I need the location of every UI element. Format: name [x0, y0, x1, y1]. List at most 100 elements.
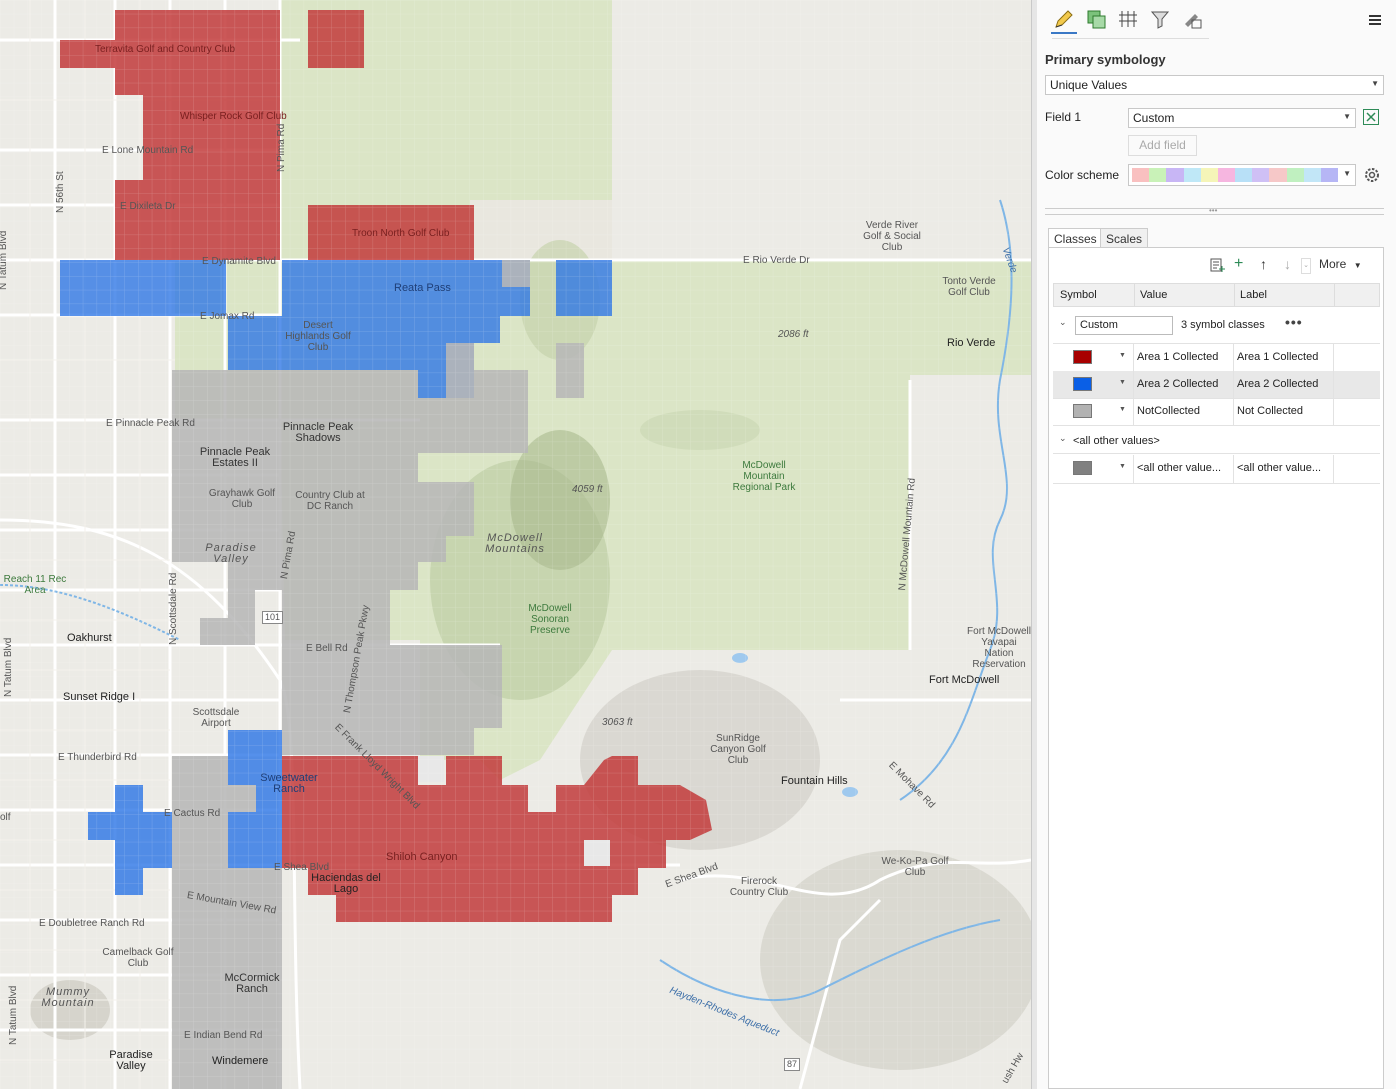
label-pinnacle-peak-shadows: Pinnacle Peak Shadows: [282, 421, 354, 444]
chevron-down-icon[interactable]: ▼: [1119, 463, 1126, 470]
label-sunridge: SunRidge Canyon Golf Club: [710, 733, 766, 766]
renderer-dropdown[interactable]: Unique Values ▼: [1045, 75, 1384, 95]
label-verde-river-golf: Verde River Golf & Social Club: [863, 220, 921, 253]
toolbar-divider: [1052, 38, 1209, 39]
class-label[interactable]: Area 2 Collected: [1237, 378, 1318, 390]
label-sunset-ridge: Sunset Ridge I: [63, 691, 136, 703]
label-dynamite: E Dynamite Blvd: [202, 256, 276, 267]
add-value-icon[interactable]: +: [1234, 256, 1243, 272]
map-view[interactable]: Terravita Golf and Country Club Whisper …: [0, 0, 1031, 1089]
class-value[interactable]: Area 2 Collected: [1137, 378, 1218, 390]
label-pinnacle-peak-rd: E Pinnacle Peak Rd: [106, 418, 195, 429]
label-oakhurst: Oakhurst: [67, 632, 112, 644]
label-fort-mcdowell: Fort McDowell: [929, 674, 1000, 686]
label-windemere: Windemere: [212, 1055, 269, 1067]
label-indian-bend: E Indian Bend Rd: [184, 1030, 263, 1041]
symbol-swatch[interactable]: [1073, 350, 1092, 364]
label-wekopa: We-Ko-Pa Golf Club: [881, 856, 949, 878]
tab-scales[interactable]: Scales: [1100, 228, 1149, 248]
more-label: More: [1319, 257, 1347, 271]
label-elev-4059: 4059 ft: [572, 484, 603, 495]
field1-dropdown[interactable]: Custom ▼: [1128, 108, 1356, 128]
label-whisper-rock: Whisper Rock Golf Club: [180, 111, 287, 122]
label-shiloh: Shiloh Canyon: [386, 851, 458, 863]
label-scottsdale-rd: N Scottsdale Rd: [168, 572, 179, 645]
group-heading-input[interactable]: Custom: [1075, 316, 1173, 335]
class-row[interactable]: ▼ Area 1 Collected Area 1 Collected: [1053, 344, 1380, 372]
label-elev-2086: 2086 ft: [778, 329, 809, 340]
color-scheme-dropdown[interactable]: ▼: [1128, 164, 1356, 186]
class-label[interactable]: Area 1 Collected: [1237, 351, 1318, 363]
label-olf: olf: [0, 812, 11, 823]
color-scheme-swatch: [1235, 168, 1253, 182]
color-scheme-swatch: [1166, 168, 1184, 182]
column-value[interactable]: Value: [1140, 289, 1167, 301]
label-haciendas: Haciendas del Lago: [311, 872, 381, 895]
label-troon: Troon North Golf Club: [352, 228, 450, 239]
vary-symbology-icon[interactable]: [1083, 6, 1109, 32]
hamburger-menu-icon[interactable]: [1367, 12, 1383, 28]
more-options-icon[interactable]: •••: [1285, 314, 1303, 330]
add-field-button[interactable]: Add field: [1128, 135, 1197, 156]
label-lone-mountain: E Lone Mountain Rd: [102, 145, 194, 156]
collapse-chevron-icon[interactable]: ⌄: [1059, 433, 1067, 444]
label-camelback: Camelback Golf Club: [102, 947, 174, 969]
label-grid-icon[interactable]: [1115, 6, 1141, 32]
color-scheme-swatch: [1303, 168, 1321, 182]
section-splitter[interactable]: •••: [1045, 207, 1384, 215]
symbol-swatch[interactable]: [1073, 377, 1092, 391]
color-scheme-swatch: [1269, 168, 1287, 182]
class-value[interactable]: Area 1 Collected: [1137, 351, 1218, 363]
chevron-down-icon[interactable]: ▼: [1119, 352, 1126, 359]
collapse-chevron-icon[interactable]: ⌄: [1059, 317, 1067, 328]
label-sweetwater: Sweetwater Ranch: [260, 772, 318, 795]
more-menu[interactable]: More ▼: [1319, 257, 1362, 271]
group-all-other-values: ⌄ <all other values>: [1053, 429, 1380, 454]
chevron-down-icon: ▼: [1353, 261, 1362, 270]
add-all-values-icon[interactable]: [1209, 257, 1225, 273]
class-value[interactable]: <all other value...: [1137, 462, 1221, 474]
color-scheme-swatch: [1217, 168, 1236, 182]
renderer-value: Unique Values: [1050, 78, 1128, 92]
color-scheme-label: Color scheme: [1045, 168, 1120, 182]
tab-classes[interactable]: Classes: [1048, 228, 1103, 248]
chevron-down-icon: ▼: [1343, 112, 1351, 121]
chevron-down-icon[interactable]: ▼: [1119, 406, 1126, 413]
class-row-other[interactable]: ▼ <all other value... <all other value..…: [1053, 455, 1380, 484]
symbol-swatch[interactable]: [1073, 461, 1092, 475]
column-symbol[interactable]: Symbol: [1060, 289, 1097, 301]
color-scheme-ramp: [1132, 168, 1339, 182]
class-row[interactable]: ▼ NotCollected Not Collected: [1053, 398, 1380, 426]
label-desert-highlands: Desert Highlands Golf Club: [285, 320, 351, 353]
expression-icon[interactable]: [1363, 109, 1379, 125]
label-grayhawk: Grayhawk Golf Club: [208, 488, 276, 510]
class-row[interactable]: ▼ Area 2 Collected Area 2 Collected: [1053, 371, 1380, 399]
class-label[interactable]: Not Collected: [1237, 405, 1303, 417]
class-label[interactable]: <all other value...: [1237, 462, 1321, 474]
gear-icon[interactable]: [1363, 166, 1381, 184]
color-scheme-swatch: [1252, 168, 1270, 182]
chevron-down-icon: ▼: [1343, 169, 1351, 178]
label-bell-rd: E Bell Rd: [306, 643, 348, 654]
label-dixileta: E Dixileta Dr: [120, 201, 176, 212]
move-down-icon[interactable]: ↓: [1284, 256, 1291, 272]
label-n-tatum-low: N Tatum Blvd: [8, 985, 19, 1045]
class-value[interactable]: NotCollected: [1137, 405, 1200, 417]
chevron-down-icon[interactable]: ▼: [1119, 379, 1126, 386]
chevron-down-icon: ▼: [1371, 79, 1379, 88]
move-up-icon[interactable]: ↑: [1260, 256, 1267, 272]
label-rio-verde-dr: E Rio Verde Dr: [743, 255, 810, 266]
column-label[interactable]: Label: [1240, 289, 1267, 301]
primary-symbology-title: Primary symbology: [1045, 52, 1166, 67]
reorder-menu-icon[interactable]: ⌄: [1301, 258, 1311, 274]
symbology-pen-icon[interactable]: [1051, 6, 1077, 34]
color-scheme-swatch: [1320, 168, 1339, 182]
group-count: 3 symbol classes: [1181, 319, 1265, 331]
field1-label: Field 1: [1045, 110, 1082, 124]
color-scheme-swatch: [1200, 168, 1218, 182]
attribute-pen-icon[interactable]: [1179, 6, 1205, 32]
color-scheme-swatch: [1286, 168, 1304, 182]
label-mcdowell-park: McDowell Mountain Regional Park: [732, 460, 796, 493]
filter-icon[interactable]: [1147, 6, 1173, 32]
symbol-swatch[interactable]: [1073, 404, 1092, 418]
